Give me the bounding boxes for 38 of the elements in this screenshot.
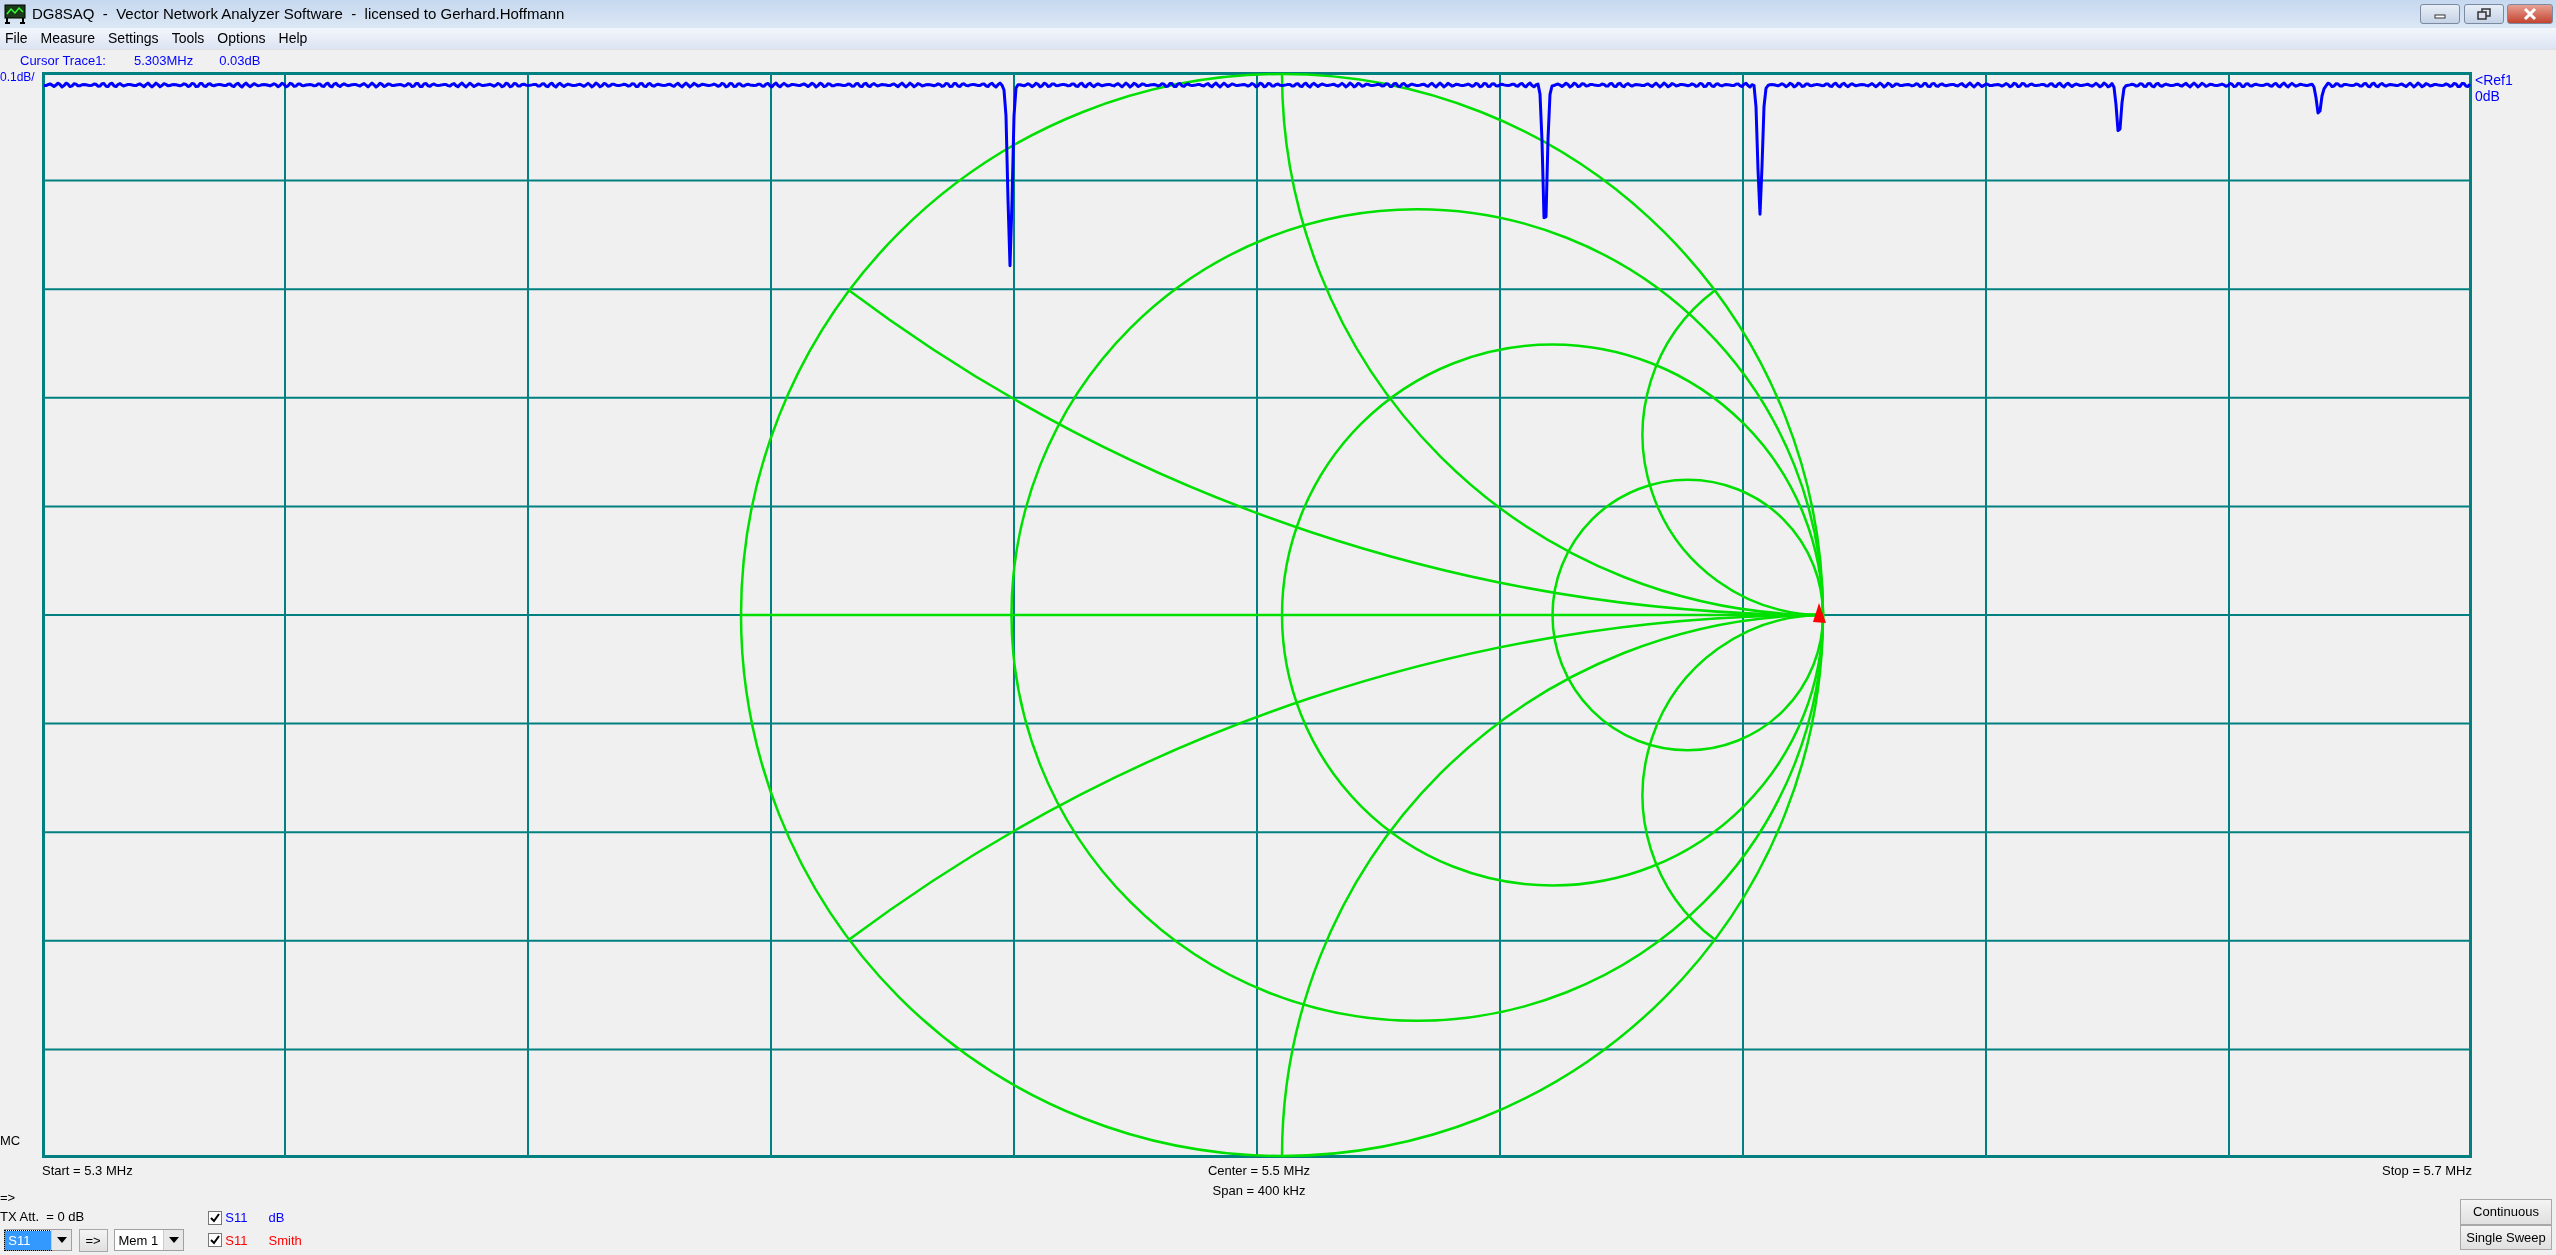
trace-checkbox[interactable] xyxy=(208,1233,222,1248)
ref-label: <Ref1 xyxy=(2475,72,2514,88)
ref-value: 0dB xyxy=(2475,88,2501,104)
menu-item[interactable]: Options xyxy=(216,28,267,49)
tx-attenuation-label: TX Att. = 0 dB xyxy=(0,1208,86,1226)
menu-item[interactable]: File xyxy=(4,28,29,49)
app-logo-icon xyxy=(4,4,26,24)
trace-name: S11 xyxy=(225,1231,249,1250)
dropdown-arrow-icon xyxy=(168,1237,179,1244)
close-button[interactable] xyxy=(2506,4,2553,24)
stop-label: Stop = 5.7 MHz xyxy=(2382,1162,2472,1180)
window-title: DG8SAQ - Vector Network Analyzer Software - licensed to Gerhard.Hoffmann xyxy=(32,3,565,24)
trace-format: Smith xyxy=(268,1231,302,1250)
close-icon xyxy=(2521,8,2538,20)
menu-item[interactable]: Settings xyxy=(107,28,160,49)
restore-icon xyxy=(2475,8,2492,20)
memory-select[interactable]: Mem 1 xyxy=(114,1229,185,1252)
trace-checkbox[interactable] xyxy=(208,1210,222,1225)
sweep-button[interactable]: Continuous xyxy=(2460,1199,2552,1225)
dropdown-arrow-icon xyxy=(56,1237,67,1244)
cursor-value: 0.03dB xyxy=(219,52,261,71)
menu-item[interactable]: Help xyxy=(277,28,309,49)
menu-item[interactable]: Tools xyxy=(170,28,206,49)
center-label: Center = 5.5 MHz xyxy=(1207,1162,1311,1180)
start-label: Start = 5.3 MHz xyxy=(42,1162,134,1180)
scale-label: 0.1dB/ xyxy=(0,69,36,86)
trace-format: dB xyxy=(268,1208,285,1227)
span-label: Span = 400 kHz xyxy=(1212,1181,1306,1200)
sweep-button[interactable]: Single Sweep xyxy=(2460,1224,2552,1250)
arrow-label: => xyxy=(0,1188,17,1207)
trace-name: S11 xyxy=(225,1208,249,1227)
cursor-label: Cursor Trace1: xyxy=(20,52,106,71)
transfer-button[interactable]: => xyxy=(78,1228,108,1252)
corner-label: MC xyxy=(0,1131,22,1150)
menu-item[interactable]: Measure xyxy=(39,28,97,49)
minimize-button[interactable] xyxy=(2420,4,2461,24)
cursor-frequency: 5.303MHz xyxy=(134,52,194,71)
restore-button[interactable] xyxy=(2463,4,2504,24)
